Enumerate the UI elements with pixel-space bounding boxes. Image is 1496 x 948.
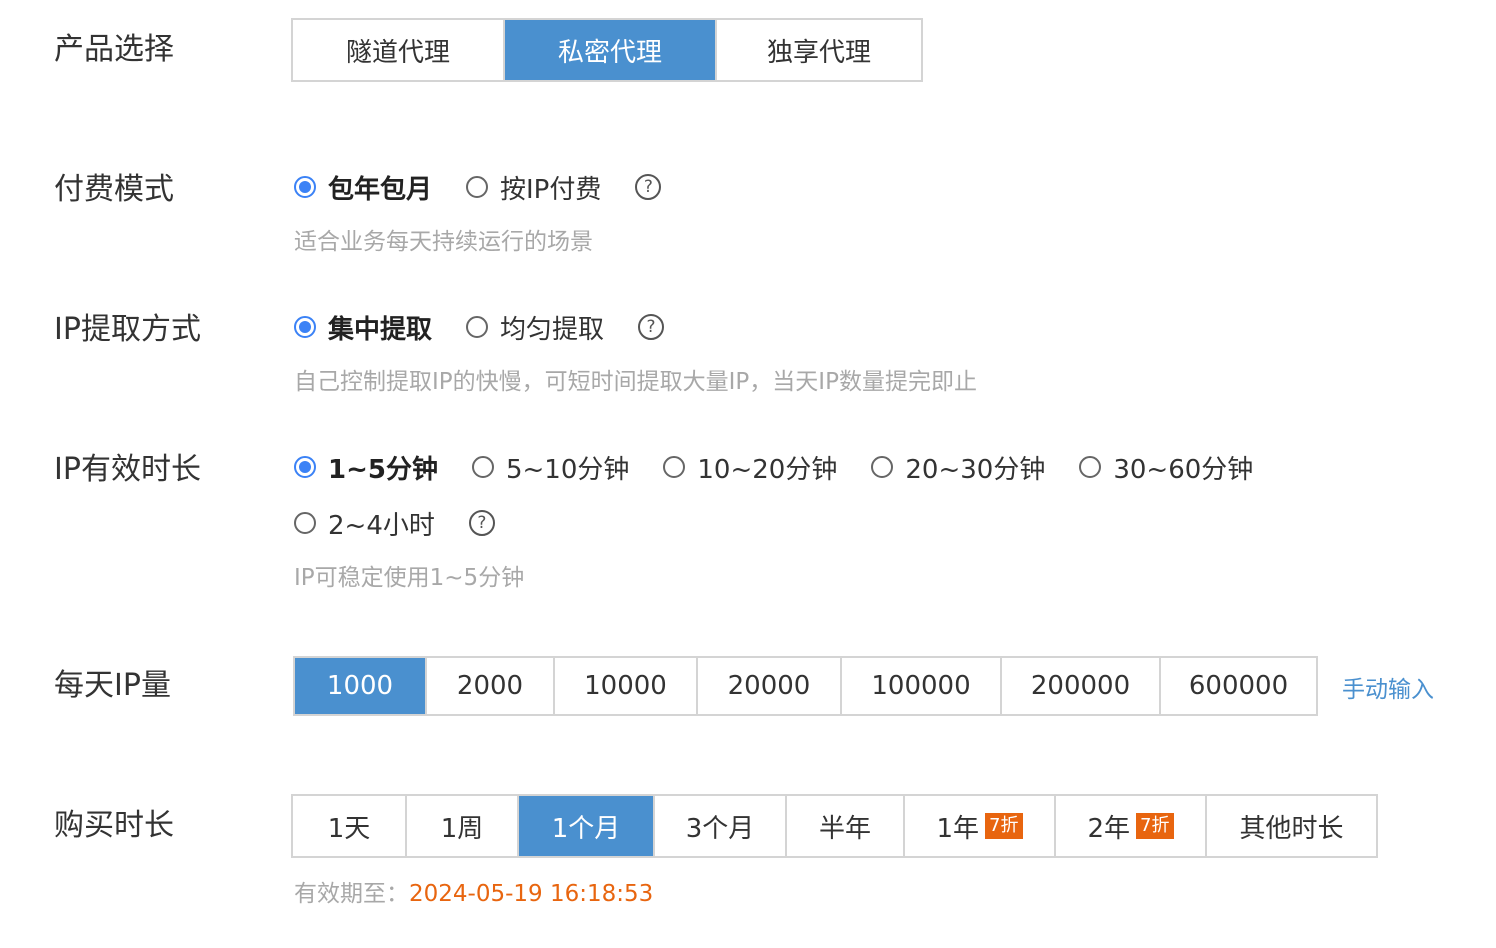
daily-ip-label: 每天IP量 bbox=[54, 668, 171, 703]
product-option-tunnel[interactable]: 隧道代理 bbox=[293, 20, 503, 80]
extract-hint: 自己控制提取IP的快慢，可短时间提取大量IP，当天IP数量提完即止 bbox=[294, 369, 977, 395]
billing-radio-group: 包年包月 按IP付费 ? bbox=[294, 168, 662, 206]
billing-option-per-ip[interactable]: 按IP付费 bbox=[466, 169, 601, 206]
extract-label: IP提取方式 bbox=[54, 312, 201, 347]
duration-option-2-4h[interactable]: 2~4小时 bbox=[294, 505, 435, 542]
purchase-option-label: 2年 bbox=[1087, 813, 1131, 844]
purchase-option-2years[interactable]: 2年 7折 bbox=[1054, 796, 1205, 856]
duration-option-label: 30~60分钟 bbox=[1113, 454, 1254, 485]
daily-ip-option[interactable]: 2000 bbox=[425, 658, 553, 714]
duration-option-label: 5~10分钟 bbox=[505, 454, 630, 485]
help-icon[interactable]: ? bbox=[468, 510, 495, 536]
radio-unchecked-icon bbox=[1079, 456, 1102, 478]
product-option-dedicated[interactable]: 独享代理 bbox=[715, 20, 921, 80]
discount-badge: 7折 bbox=[985, 813, 1023, 839]
purchase-option-1month[interactable]: 1个月 bbox=[517, 796, 653, 856]
purchase-duration-selector: 1天 1周 1个月 3个月 半年 1年 7折 2年 7折 其他时长 bbox=[291, 794, 1378, 858]
duration-radio-group-row2: 2~4小时 ? bbox=[294, 504, 495, 542]
help-icon[interactable]: ? bbox=[638, 314, 665, 340]
duration-option-label: 2~4小时 bbox=[328, 510, 435, 541]
expiry-label: 有效期至： bbox=[294, 881, 409, 907]
radio-unchecked-icon bbox=[871, 456, 894, 478]
radio-unchecked-icon bbox=[466, 176, 489, 198]
radio-checked-icon bbox=[294, 456, 316, 478]
duration-hint: IP可稳定使用1~5分钟 bbox=[294, 565, 525, 591]
duration-label: IP有效时长 bbox=[54, 452, 201, 487]
extract-radio-group: 集中提取 均匀提取 ? bbox=[294, 308, 665, 346]
daily-ip-option[interactable]: 10000 bbox=[553, 658, 696, 714]
daily-ip-option[interactable]: 600000 bbox=[1159, 658, 1316, 714]
purchase-option-label: 1年 bbox=[936, 813, 980, 844]
extract-option-even[interactable]: 均匀提取 bbox=[466, 309, 604, 346]
duration-radio-group: 1~5分钟 5~10分钟 10~20分钟 20~30分钟 30~60分钟 bbox=[294, 448, 1287, 486]
duration-option-20-30min[interactable]: 20~30分钟 bbox=[871, 449, 1045, 486]
extract-option-label: 均匀提取 bbox=[500, 314, 605, 345]
duration-option-1-5min[interactable]: 1~5分钟 bbox=[294, 449, 438, 486]
expiry-value: 2024-05-19 16:18:53 bbox=[409, 881, 654, 907]
purchase-option-1year[interactable]: 1年 7折 bbox=[903, 796, 1054, 856]
billing-hint: 适合业务每天持续运行的场景 bbox=[294, 229, 593, 255]
extract-option-label: 集中提取 bbox=[328, 314, 433, 345]
daily-ip-option[interactable]: 1000 bbox=[295, 658, 425, 714]
duration-option-label: 1~5分钟 bbox=[328, 454, 438, 485]
daily-ip-option[interactable]: 200000 bbox=[1000, 658, 1159, 714]
duration-option-5-10min[interactable]: 5~10分钟 bbox=[471, 449, 630, 486]
product-selector: 隧道代理 私密代理 独享代理 bbox=[291, 18, 923, 82]
duration-option-label: 20~30分钟 bbox=[905, 454, 1046, 485]
purchase-option-1day[interactable]: 1天 bbox=[293, 796, 405, 856]
radio-unchecked-icon bbox=[466, 316, 489, 338]
radio-checked-icon bbox=[294, 316, 316, 338]
purchase-option-3months[interactable]: 3个月 bbox=[653, 796, 785, 856]
billing-label: 付费模式 bbox=[54, 172, 174, 207]
manual-input-link[interactable]: 手动输入 bbox=[1342, 670, 1434, 704]
expiry-row: 有效期至：2024-05-19 16:18:53 bbox=[294, 874, 653, 908]
daily-ip-option[interactable]: 100000 bbox=[840, 658, 1000, 714]
billing-option-label: 包年包月 bbox=[328, 174, 433, 205]
radio-checked-icon bbox=[294, 176, 316, 198]
purchase-option-halfyear[interactable]: 半年 bbox=[785, 796, 903, 856]
discount-badge: 7折 bbox=[1136, 813, 1174, 839]
daily-ip-selector: 1000 2000 10000 20000 100000 200000 6000… bbox=[293, 656, 1318, 716]
radio-unchecked-icon bbox=[471, 456, 494, 478]
purchase-option-1week[interactable]: 1周 bbox=[405, 796, 517, 856]
purchase-option-other[interactable]: 其他时长 bbox=[1205, 796, 1376, 856]
duration-option-30-60min[interactable]: 30~60分钟 bbox=[1079, 449, 1253, 486]
product-option-private[interactable]: 私密代理 bbox=[503, 20, 715, 80]
billing-option-label: 按IP付费 bbox=[500, 174, 602, 205]
duration-option-label: 10~20分钟 bbox=[697, 454, 838, 485]
purchase-label: 购买时长 bbox=[54, 808, 174, 843]
radio-unchecked-icon bbox=[663, 456, 686, 478]
help-icon[interactable]: ? bbox=[635, 174, 662, 200]
extract-option-concentrated[interactable]: 集中提取 bbox=[294, 309, 432, 346]
billing-option-monthly[interactable]: 包年包月 bbox=[294, 169, 432, 206]
daily-ip-option[interactable]: 20000 bbox=[696, 658, 840, 714]
radio-unchecked-icon bbox=[294, 512, 316, 534]
product-label: 产品选择 bbox=[54, 32, 174, 67]
duration-option-10-20min[interactable]: 10~20分钟 bbox=[663, 449, 837, 486]
